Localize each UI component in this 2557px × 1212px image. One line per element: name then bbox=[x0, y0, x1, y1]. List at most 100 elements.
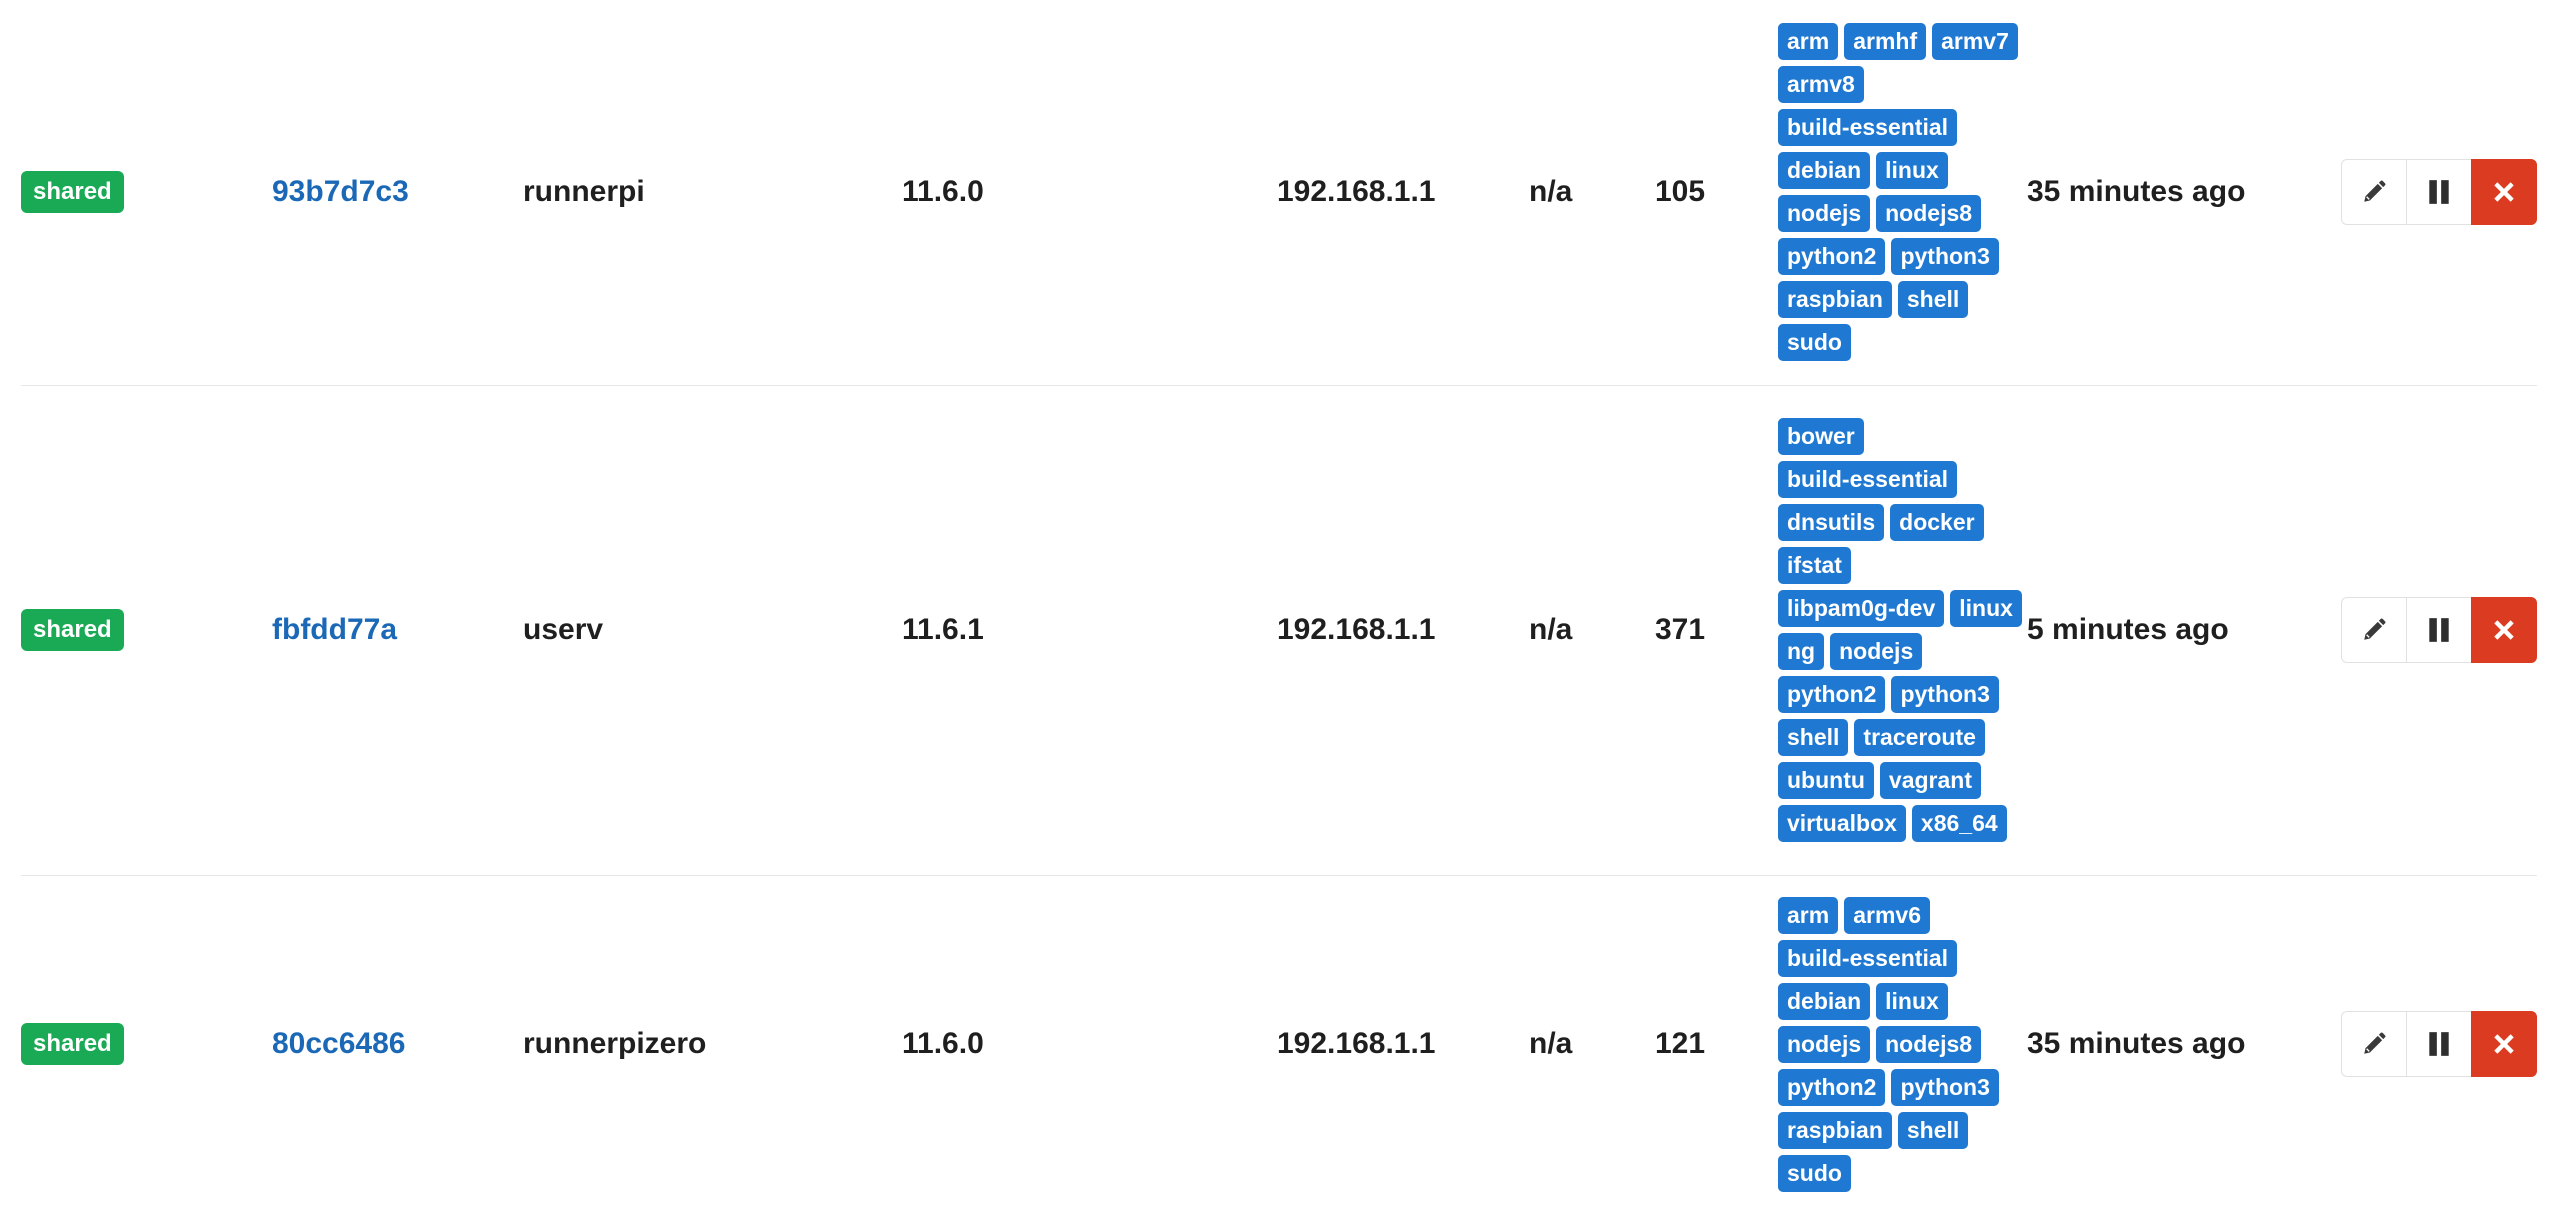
runner-tag: python3 bbox=[1891, 1068, 1999, 1106]
edit-runner-button[interactable] bbox=[2341, 597, 2407, 663]
pencil-icon bbox=[2361, 1031, 2387, 1057]
runner-tag: armv7 bbox=[1932, 23, 2018, 60]
runner-tag: raspbian bbox=[1778, 1111, 1892, 1149]
runner-tag: arm bbox=[1778, 896, 1839, 934]
runner-tag: build-essential bbox=[1778, 461, 1958, 498]
runner-last-contact: 35 minutes ago bbox=[2027, 175, 2246, 208]
pause-runner-button[interactable] bbox=[2406, 1011, 2472, 1077]
runner-id-cell: fbfdd77a bbox=[272, 386, 397, 874]
runner-id-link[interactable]: 93b7d7c3 bbox=[272, 175, 409, 209]
remove-runner-button[interactable] bbox=[2471, 1011, 2537, 1077]
runner-tag: debian bbox=[1778, 982, 1871, 1020]
runner-tags: bower build-essential dnsutils docker ifstat… bbox=[1778, 418, 2022, 842]
runner-tag: build-essential bbox=[1778, 939, 1958, 977]
runner-tag: nodejs bbox=[1778, 195, 1871, 232]
runner-tags: arm armhf armv7 armv8 build-essential debian l… bbox=[1778, 23, 2018, 361]
runner-tag: shell bbox=[1897, 281, 1969, 318]
runner-tag: raspbian bbox=[1778, 281, 1892, 318]
runner-id-link[interactable]: fbfdd77a bbox=[272, 613, 397, 647]
runner-row: shared 93b7d7c3 runnerpi 11.6.0 192.168.1.1 n… bbox=[21, 0, 2537, 384]
runner-tag: nodejs bbox=[1778, 1025, 1871, 1063]
tag-line: ubuntu vagrant bbox=[1778, 762, 2022, 799]
edit-runner-button[interactable] bbox=[2341, 159, 2407, 225]
tag-line: build-essential bbox=[1778, 461, 2022, 498]
runner-tag: nodejs8 bbox=[1876, 1025, 1982, 1063]
tag-line: virtualbox x86_64 bbox=[1778, 805, 2022, 842]
tag-line: libpam0g-dev linux bbox=[1778, 590, 2022, 627]
runner-id-link[interactable]: 80cc6486 bbox=[272, 1027, 405, 1061]
tag-line: nodejs nodejs8 bbox=[1778, 1025, 1999, 1063]
runner-tag: ng bbox=[1778, 633, 1825, 670]
tag-line: armv8 bbox=[1778, 66, 2018, 103]
runner-last-contact: 5 minutes ago bbox=[2027, 613, 2229, 646]
tag-line: sudo bbox=[1778, 1154, 1999, 1192]
tag-line: build-essential bbox=[1778, 939, 1999, 977]
tag-line: ifstat bbox=[1778, 547, 2022, 584]
remove-runner-button[interactable] bbox=[2471, 159, 2537, 225]
runner-version: 11.6.0 bbox=[902, 175, 984, 208]
runner-tag: armhf bbox=[1844, 23, 1927, 60]
runner-projects: n/a bbox=[1529, 175, 1573, 208]
runner-version: 11.6.0 bbox=[902, 1027, 984, 1060]
runner-description: userv bbox=[523, 613, 604, 646]
runner-tag: python3 bbox=[1891, 238, 1999, 275]
close-icon bbox=[2493, 1033, 2515, 1055]
runner-tags-cell: arm armhf armv7 armv8 build-essential debian l… bbox=[1778, 0, 2018, 384]
close-icon bbox=[2493, 619, 2515, 641]
tag-line: python2 python3 bbox=[1778, 1068, 1999, 1106]
runner-tags-cell: arm armv6 build-essential debian linux nodejs… bbox=[1778, 876, 1999, 1212]
edit-runner-button[interactable] bbox=[2341, 1011, 2407, 1077]
runner-tag: vagrant bbox=[1879, 762, 1981, 799]
runner-type-cell: shared bbox=[21, 386, 124, 874]
runner-tag: ifstat bbox=[1778, 547, 1851, 584]
runner-type-badge: shared bbox=[21, 1023, 124, 1065]
runner-ip-address: 192.168.1.1 bbox=[1277, 613, 1436, 646]
runner-tag: dnsutils bbox=[1778, 504, 1885, 541]
pencil-icon bbox=[2361, 617, 2387, 643]
pause-runner-button[interactable] bbox=[2406, 597, 2472, 663]
tag-line: raspbian shell bbox=[1778, 281, 2018, 318]
runner-tag: build-essential bbox=[1778, 109, 1958, 146]
runner-tag: python2 bbox=[1778, 676, 1886, 713]
tag-line: sudo bbox=[1778, 324, 2018, 361]
runner-jobs-count: 105 bbox=[1655, 175, 1706, 208]
tag-line: dnsutils docker bbox=[1778, 504, 2022, 541]
runner-tag: python3 bbox=[1891, 676, 1999, 713]
runner-type-cell: shared bbox=[21, 876, 124, 1212]
runner-id-cell: 93b7d7c3 bbox=[272, 0, 409, 384]
runner-tag: shell bbox=[1778, 719, 1849, 756]
runner-version: 11.6.1 bbox=[902, 613, 984, 646]
remove-runner-button[interactable] bbox=[2471, 597, 2537, 663]
tag-line: raspbian shell bbox=[1778, 1111, 1999, 1149]
runner-tag: bower bbox=[1778, 418, 1864, 455]
runner-tag: x86_64 bbox=[1911, 805, 2007, 842]
runner-row: shared fbfdd77a userv 11.6.1 192.168.1.1 n/a 3… bbox=[21, 386, 2537, 874]
runner-tag: linux bbox=[1950, 590, 2022, 627]
runner-tag: linux bbox=[1876, 982, 1948, 1020]
runner-tag: arm bbox=[1778, 23, 1839, 60]
runner-tag: armv6 bbox=[1844, 896, 1930, 934]
runner-description: runnerpizero bbox=[523, 1027, 707, 1060]
runner-tags-cell: bower build-essential dnsutils docker ifstat… bbox=[1778, 386, 2022, 874]
tag-line: debian linux bbox=[1778, 982, 1999, 1020]
tag-line: shell traceroute bbox=[1778, 719, 2022, 756]
tag-line: build-essential bbox=[1778, 109, 2018, 146]
runner-tag: python2 bbox=[1778, 238, 1886, 275]
runners-table: shared 93b7d7c3 runnerpi 11.6.0 192.168.1.1 n… bbox=[0, 0, 2557, 1212]
pause-runner-button[interactable] bbox=[2406, 159, 2472, 225]
runner-actions bbox=[2341, 876, 2537, 1212]
runner-tag: traceroute bbox=[1854, 719, 1985, 756]
runner-tag: ubuntu bbox=[1778, 762, 1874, 799]
row-divider bbox=[21, 385, 2537, 386]
runner-type-badge: shared bbox=[21, 171, 124, 213]
pencil-icon bbox=[2361, 179, 2387, 205]
runner-actions bbox=[2341, 386, 2537, 874]
runner-tag: nodejs bbox=[1830, 633, 1923, 670]
runner-tag: docker bbox=[1890, 504, 1984, 541]
tag-line: arm armhf armv7 bbox=[1778, 23, 2018, 60]
runner-tag: virtualbox bbox=[1778, 805, 1906, 842]
runner-tag: shell bbox=[1897, 1111, 1969, 1149]
tag-line: nodejs nodejs8 bbox=[1778, 195, 2018, 232]
runner-ip-address: 192.168.1.1 bbox=[1277, 1027, 1436, 1060]
pause-icon bbox=[2426, 178, 2452, 206]
